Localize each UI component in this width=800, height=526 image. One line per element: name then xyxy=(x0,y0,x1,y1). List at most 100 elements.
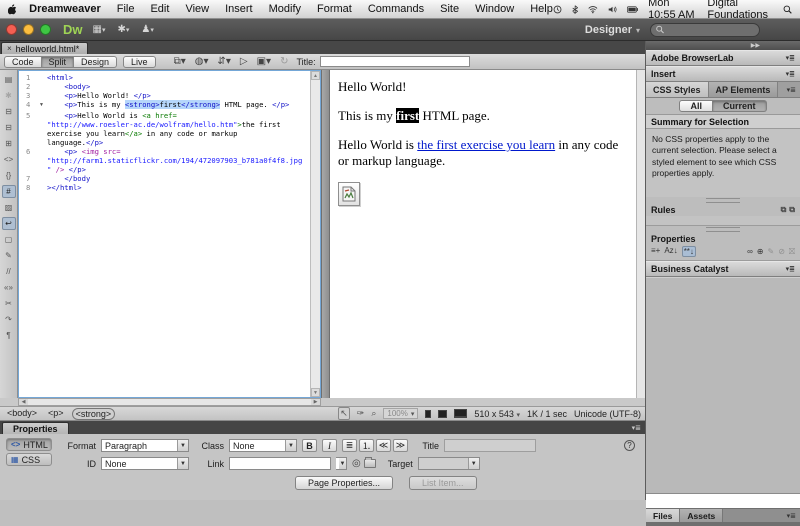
volume-icon[interactable] xyxy=(608,4,617,15)
select-tool-icon[interactable]: ↖ xyxy=(338,407,350,420)
scroll-right-icon[interactable]: ▶ xyxy=(311,399,320,405)
point-to-file-icon[interactable]: ◎ xyxy=(352,458,361,469)
line-numbers-icon[interactable]: # xyxy=(2,185,16,198)
bold-button[interactable]: B xyxy=(302,439,317,452)
browserlab-panel-header[interactable]: Adobe BrowserLab▾≣ xyxy=(646,50,800,66)
apply-comment-icon[interactable]: ✎ xyxy=(2,249,16,262)
app-search-input[interactable] xyxy=(664,25,754,35)
panel-menu-icon[interactable]: ▾≣ xyxy=(787,512,796,520)
show-inherited-icon[interactable]: ⧉ xyxy=(789,205,795,215)
page-properties-button[interactable]: Page Properties... xyxy=(295,476,393,490)
new-css-rule-icon[interactable]: ⊕ xyxy=(757,247,764,257)
scroll-left-icon[interactable]: ◀ xyxy=(19,399,28,405)
unordered-list-icon[interactable]: ≣ xyxy=(342,439,357,452)
recent-snippets-icon[interactable]: ✂ xyxy=(2,297,16,310)
help-icon[interactable]: ? xyxy=(624,440,635,451)
layout-menu-icon[interactable]: ▦▾ xyxy=(93,24,106,35)
open-documents-icon[interactable]: ▤ xyxy=(2,73,16,86)
panel-menu-icon[interactable]: ▾≣ xyxy=(786,70,795,78)
format-dropdown[interactable]: Paragraph▼ xyxy=(101,439,189,452)
site-menu-icon[interactable]: ♟▾ xyxy=(141,24,153,35)
document-title-input[interactable] xyxy=(320,56,470,67)
panel-resize-gripper[interactable] xyxy=(646,197,800,203)
italic-button[interactable]: I xyxy=(322,439,337,452)
app-search-box[interactable] xyxy=(650,23,760,37)
menu-dreamweaver[interactable]: Dreamweaver xyxy=(29,3,101,15)
tab-ap-elements[interactable]: AP Elements xyxy=(709,82,779,97)
delete-css-rule-icon[interactable]: ⛝ xyxy=(789,247,795,257)
menu-clock[interactable]: Mon 10:55 AM xyxy=(648,0,697,21)
code-horizontal-scrollbar[interactable]: ◀ ▶ xyxy=(18,398,321,406)
show-cascade-icon[interactable]: ⧉ xyxy=(781,205,787,215)
business-catalyst-panel-header[interactable]: Business Catalyst▾≣ xyxy=(646,261,800,277)
menu-file[interactable]: File xyxy=(117,3,135,15)
design-paragraph-2[interactable]: This is my first HTML page. xyxy=(338,108,628,124)
refresh-design-view-icon[interactable]: ↻ xyxy=(280,56,288,67)
html-mode-button[interactable]: <>HTML xyxy=(6,438,52,451)
multiscreen-preview-icon[interactable]: ⧉▾ xyxy=(174,56,186,67)
design-paragraph-3[interactable]: Hello World is the first exercise you le… xyxy=(338,137,628,169)
current-button[interactable]: Current xyxy=(713,100,767,112)
css-mode-button[interactable]: ▦CSS xyxy=(6,453,52,466)
code-vertical-scrollbar[interactable]: ▲ ▼ xyxy=(310,71,320,397)
wifi-icon[interactable] xyxy=(588,4,598,15)
tag-chip-body[interactable]: <body> xyxy=(4,408,40,420)
design-link[interactable]: the first exercise you learn xyxy=(417,137,555,152)
spotlight-icon[interactable] xyxy=(783,3,792,16)
broken-image-icon[interactable] xyxy=(338,182,360,206)
bluetooth-icon[interactable] xyxy=(572,3,578,16)
disable-css-property-icon[interactable]: ⊘ xyxy=(778,247,785,257)
balance-braces-icon[interactable]: {} xyxy=(2,169,16,182)
show-set-properties-icon[interactable]: **↓ xyxy=(682,246,696,257)
all-button[interactable]: All xyxy=(679,100,713,112)
tablet-size-icon[interactable] xyxy=(438,410,447,418)
close-tab-icon[interactable]: × xyxy=(7,44,12,53)
panel-menu-icon[interactable]: ▾≣ xyxy=(786,265,795,273)
edit-rule-icon[interactable]: ✎ xyxy=(768,247,775,257)
design-view[interactable]: Hello World! This is my first HTML page.… xyxy=(330,70,636,406)
blockquote-outdent-icon[interactable]: ≪ xyxy=(376,439,391,452)
menu-modify[interactable]: Modify xyxy=(269,3,301,15)
panel-menu-icon[interactable]: ▾≣ xyxy=(787,86,796,94)
menu-site[interactable]: Site xyxy=(440,3,459,15)
select-parent-tag-icon[interactable]: <> xyxy=(2,153,16,166)
mobile-size-icon[interactable] xyxy=(425,410,431,418)
code-navigator-icon[interactable]: ✱ xyxy=(2,89,16,102)
show-category-view-icon[interactable]: ≡+ xyxy=(651,246,660,257)
design-view-button[interactable]: Design xyxy=(74,56,117,68)
window-minimize-button[interactable] xyxy=(23,24,34,35)
extend-menu-icon[interactable]: ✱▾ xyxy=(117,24,129,35)
format-source-code-icon[interactable]: ¶ xyxy=(2,329,16,342)
panel-menu-icon[interactable]: ▾≣ xyxy=(786,54,795,62)
visual-aids-icon[interactable]: ▣▾ xyxy=(257,56,271,67)
wrap-tag-icon[interactable]: «» xyxy=(2,281,16,294)
code-view-button[interactable]: Code xyxy=(4,56,42,68)
insert-panel-header[interactable]: Insert▾≣ xyxy=(646,66,800,82)
selected-word[interactable]: first xyxy=(396,108,419,123)
word-wrap-icon[interactable]: ↩ xyxy=(2,217,16,230)
code-view[interactable]: 1<html>2 <body>3 <p>Hello World! </p>4▼ … xyxy=(18,70,321,398)
zoom-tool-icon[interactable]: ⌕ xyxy=(371,408,376,419)
panel-menu-icon[interactable]: ▾≣ xyxy=(632,424,641,432)
tab-assets[interactable]: Assets xyxy=(680,509,723,522)
menu-user-name[interactable]: Digital Foundations xyxy=(707,0,773,21)
panel-resize-gripper[interactable] xyxy=(646,226,800,232)
collapse-selection-icon[interactable]: ⊟ xyxy=(2,121,16,134)
workspace-switcher[interactable]: Designer▾ xyxy=(585,24,640,36)
menu-help[interactable]: Help xyxy=(530,3,553,15)
check-browser-compatibility-icon[interactable]: ▷ xyxy=(240,56,248,67)
id-dropdown[interactable]: None▼ xyxy=(101,457,189,470)
apple-logo-icon[interactable] xyxy=(8,2,17,16)
tag-chip-strong[interactable]: <strong> xyxy=(72,408,116,420)
menu-format[interactable]: Format xyxy=(317,3,352,15)
tab-files[interactable]: Files xyxy=(646,509,680,522)
menu-commands[interactable]: Commands xyxy=(368,3,424,15)
properties-tab[interactable]: Properties xyxy=(2,422,69,434)
link-field[interactable] xyxy=(229,457,331,470)
menu-insert[interactable]: Insert xyxy=(225,3,253,15)
tab-css-styles[interactable]: CSS Styles xyxy=(646,82,709,97)
expand-all-icon[interactable]: ⊞ xyxy=(2,137,16,150)
show-list-view-icon[interactable]: Az↓ xyxy=(664,246,677,257)
split-view-button[interactable]: Split xyxy=(42,56,75,68)
zoom-level-dropdown[interactable]: 100%▾ xyxy=(383,408,418,419)
